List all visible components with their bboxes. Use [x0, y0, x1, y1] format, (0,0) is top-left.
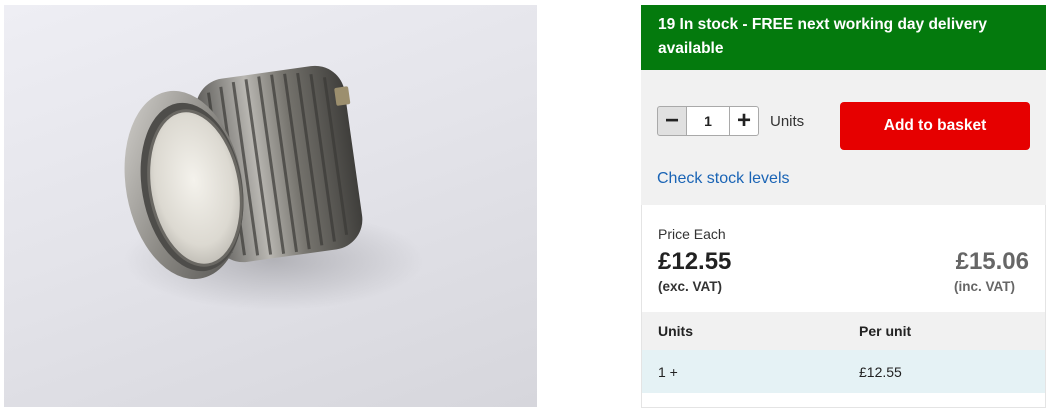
tier-units-cell: 1 + [642, 350, 843, 393]
price-box: Price Each £12.55 (exc. VAT) £15.06 (inc… [641, 205, 1046, 408]
table-header-row: Units Per unit [642, 312, 1045, 350]
units-label: Units [770, 112, 805, 130]
price-incl-vat: £15.06 [955, 248, 1029, 275]
stock-status-banner: 19 In stock - FREE next working day deli… [641, 5, 1046, 70]
column-header-per-unit: Per unit [843, 312, 1045, 350]
tier-price-cell: £12.55 [843, 350, 1045, 393]
add-to-basket-button[interactable]: Add to basket [840, 102, 1030, 150]
product-image[interactable] [4, 5, 537, 407]
price-incl-vat-label: (inc. VAT) [954, 279, 1015, 294]
add-to-basket-box: − + Units Add to basket Check stock leve… [641, 70, 1046, 205]
purchase-panel: 19 In stock - FREE next working day deli… [641, 5, 1046, 408]
column-header-units: Units [642, 312, 843, 350]
quantity-stepper: − + Units [657, 106, 804, 136]
product-purchase-page: 19 In stock - FREE next working day deli… [0, 0, 1052, 414]
price-excl-vat: £12.55 [658, 248, 732, 275]
price-excl-vat-label: (exc. VAT) [658, 279, 723, 294]
decrease-quantity-button[interactable]: − [657, 106, 687, 136]
push-button-switch-photo [124, 65, 424, 310]
price-each-heading: Price Each [658, 226, 726, 242]
quantity-input[interactable] [687, 106, 729, 136]
table-row: 1 + £12.55 [642, 350, 1045, 393]
increase-quantity-button[interactable]: + [729, 106, 759, 136]
check-stock-levels-link[interactable]: Check stock levels [657, 170, 790, 188]
price-tier-table: Units Per unit 1 + £12.55 [642, 312, 1045, 393]
